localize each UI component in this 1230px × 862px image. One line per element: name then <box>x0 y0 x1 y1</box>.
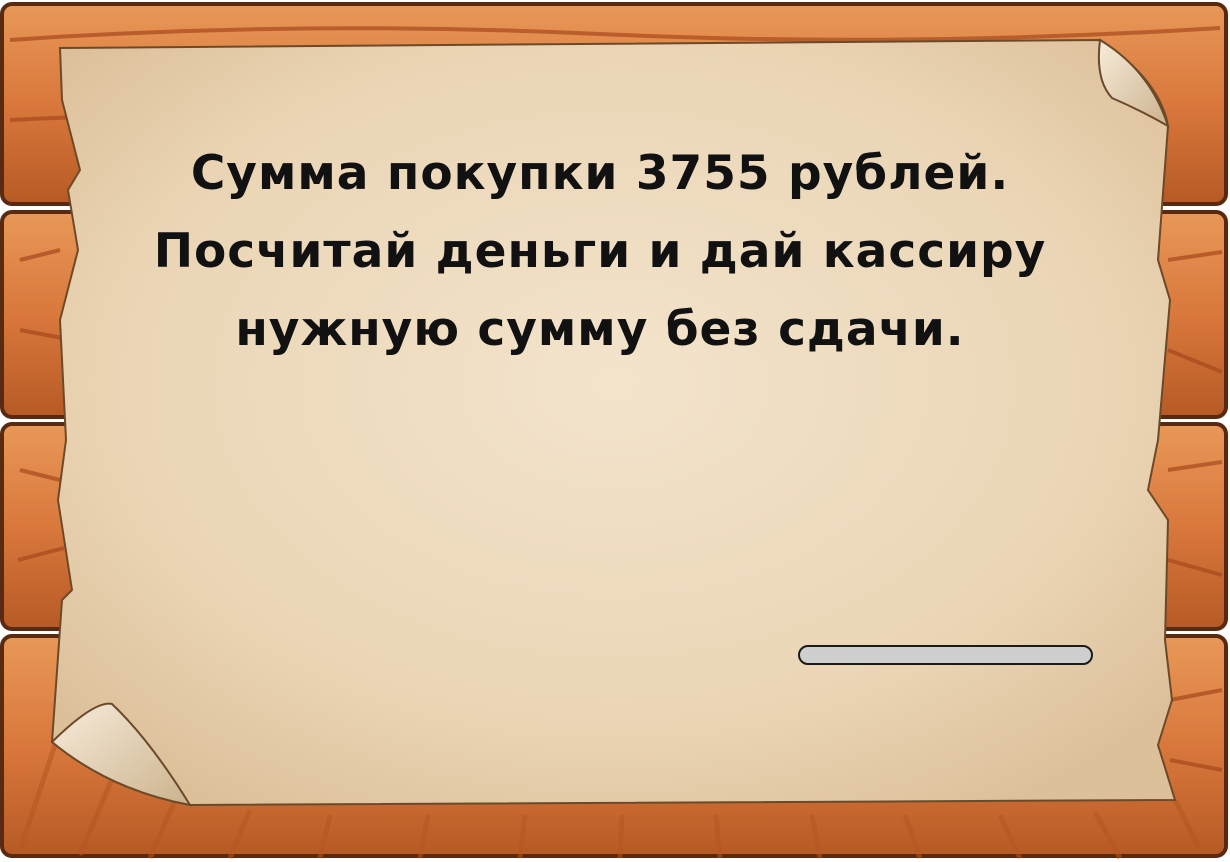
wooden-board <box>0 2 1228 860</box>
task-text: Сумма покупки 3755 рублей. Посчитай день… <box>70 135 1130 369</box>
task-line: Сумма покупки 3755 рублей. <box>190 146 1010 201</box>
task-line: Посчитай деньги и дай кассиру <box>153 224 1047 279</box>
task-line: нужную сумму без сдачи. <box>235 302 965 357</box>
task-card: Сумма покупки 3755 рублей. Посчитай день… <box>0 0 1230 862</box>
answer-field[interactable] <box>798 645 1093 665</box>
